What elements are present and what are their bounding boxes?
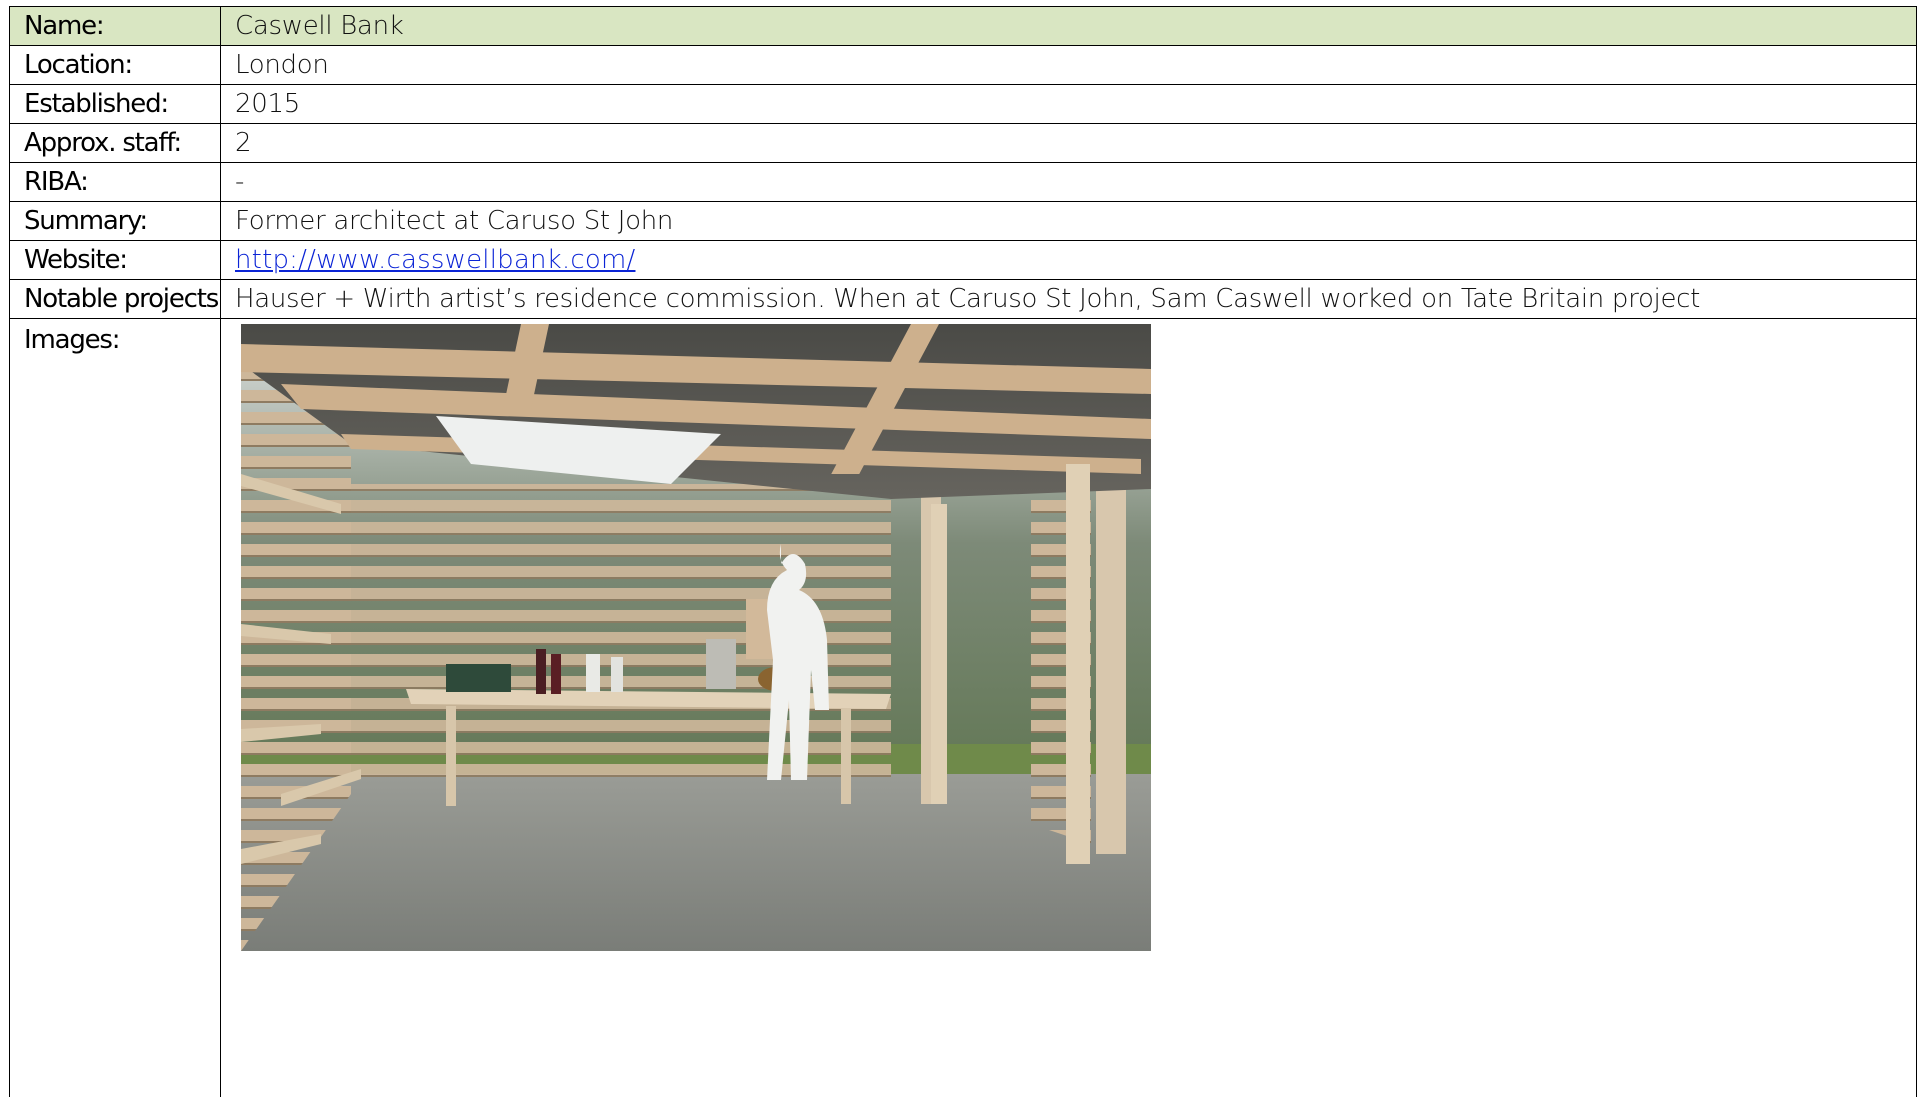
row-location: Location: London — [10, 46, 1917, 85]
website-link[interactable]: http://www.casswellbank.com/ — [235, 245, 635, 275]
row-summary: Summary: Former architect at Caruso St J… — [10, 202, 1917, 241]
projects-label: Notable projects: — [10, 280, 221, 319]
row-notable-projects: Notable projects: Hauser + Wirth artist’… — [10, 280, 1917, 319]
riba-value: - — [221, 163, 1917, 202]
row-riba: RIBA: - — [10, 163, 1917, 202]
established-value: 2015 — [221, 85, 1917, 124]
summary-value: Former architect at Caruso St John — [221, 202, 1917, 241]
location-value: London — [221, 46, 1917, 85]
name-label: Name: — [10, 7, 221, 46]
images-cell — [221, 319, 1917, 1097]
location-label: Location: — [10, 46, 221, 85]
projects-value: Hauser + Wirth artist’s residence commis… — [221, 280, 1917, 319]
name-value: Caswell Bank — [221, 7, 1917, 46]
practice-profile-table: Name: Caswell Bank Location: London Esta… — [9, 6, 1917, 1097]
staff-label: Approx. staff: — [10, 124, 221, 163]
row-staff: Approx. staff: 2 — [10, 124, 1917, 163]
pavilion-render-image — [241, 324, 1151, 951]
summary-label: Summary: — [10, 202, 221, 241]
riba-label: RIBA: — [10, 163, 221, 202]
row-name: Name: Caswell Bank — [10, 7, 1917, 46]
row-website: Website: http://www.casswellbank.com/ — [10, 241, 1917, 280]
row-established: Established: 2015 — [10, 85, 1917, 124]
established-label: Established: — [10, 85, 221, 124]
staff-value: 2 — [221, 124, 1917, 163]
website-label: Website: — [10, 241, 221, 280]
images-label: Images: — [10, 319, 221, 1097]
row-images: Images: — [10, 319, 1917, 1097]
website-value: http://www.casswellbank.com/ — [221, 241, 1917, 280]
practice-profile-sheet: Name: Caswell Bank Location: London Esta… — [9, 6, 1917, 1083]
